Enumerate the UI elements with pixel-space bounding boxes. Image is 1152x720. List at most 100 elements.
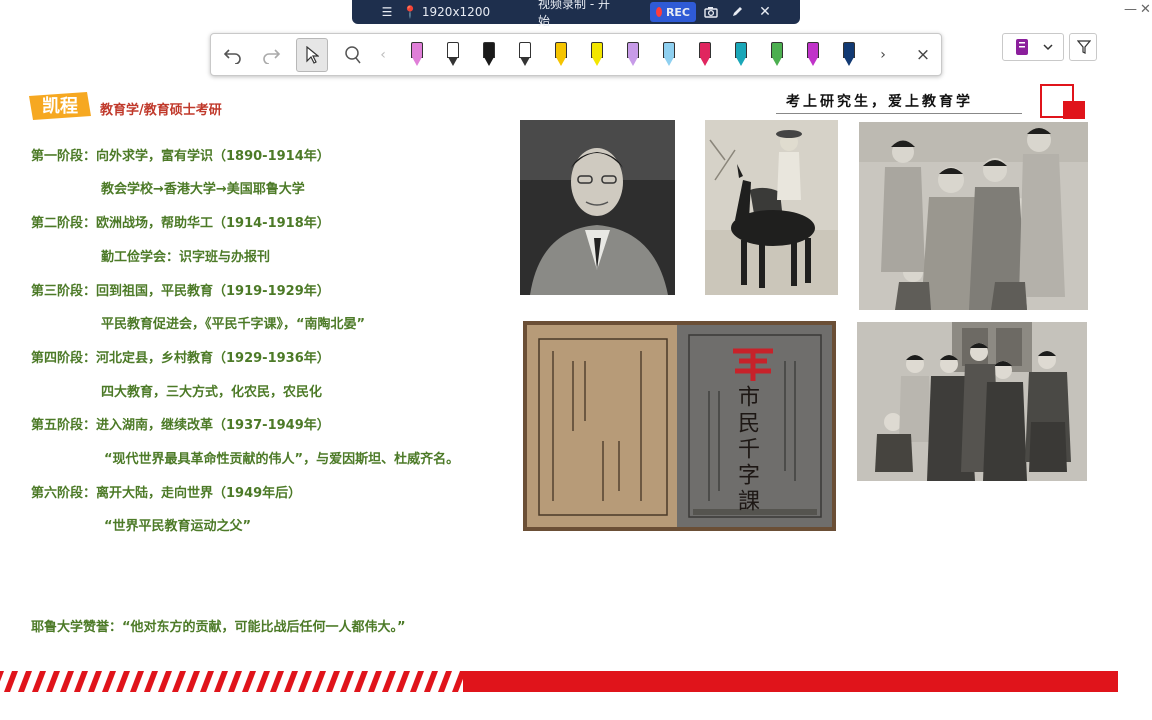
stripe-segment (32, 671, 46, 692)
pen-tool-10[interactable] (725, 38, 757, 72)
stripe-segment (18, 671, 32, 692)
window-close-icon[interactable]: ✕ (1140, 2, 1151, 17)
pen-tool-9[interactable] (689, 38, 721, 72)
stripe-segment (200, 671, 214, 692)
stripe-segment (158, 671, 172, 692)
record-dot-icon (656, 7, 662, 17)
stripe-segment (0, 671, 4, 682)
stage-6: 第六阶段：离开大陆，走向世界（1949年后） (31, 486, 302, 501)
recorder-bar: ☰ 📍 1920x1200 视频录制 - 开始 REC ✕ (352, 0, 800, 28)
marker-icon (807, 42, 819, 68)
pen-tool-12[interactable] (797, 38, 829, 72)
marker-icon (519, 42, 531, 68)
stripe-segment (298, 671, 312, 692)
pen-tool-8[interactable] (653, 38, 685, 72)
slogan: 考上研究生，爱上教育学 (786, 94, 973, 110)
stripe-segment (438, 671, 452, 692)
book-title: 市民千字課 (734, 385, 759, 515)
marker-icon (483, 42, 495, 68)
red-square-filled (1063, 101, 1085, 119)
pin-icon[interactable]: 📍 (402, 0, 418, 24)
pen-tool-3[interactable] (473, 38, 505, 72)
camera-icon[interactable] (702, 0, 720, 24)
lasso-icon[interactable] (337, 38, 369, 72)
stage-6-detail: “世界平民教育运动之父” (104, 519, 252, 534)
stage-5-detail: “现代世界最具革命性贡献的伟人”，与爱因斯坦、杜威齐名。 (104, 452, 460, 467)
stripe-segment (186, 671, 200, 692)
stripe-segment (88, 671, 102, 692)
filter-button[interactable] (1069, 33, 1097, 61)
bottom-stripe-banner (0, 671, 1118, 692)
stripe-segment (396, 671, 410, 692)
kaicheng-logo: 凯程 (27, 90, 93, 122)
stripe-segment (424, 671, 438, 692)
stage-3: 第三阶段：回到祖国，平民教育（1919-1929年） (31, 284, 330, 299)
cursor-icon[interactable] (296, 38, 328, 72)
stripe-segment (172, 671, 186, 692)
stripe-segment (326, 671, 340, 692)
stripe-segment (382, 671, 396, 692)
stage-4: 第四阶段：河北定县，乡村教育（1929-1936年） (31, 351, 330, 366)
yale-quote: 耶鲁大学赞誉：“他对东方的贡献，可能比战后任何一人都伟大。” (31, 620, 406, 635)
stripe-segment (312, 671, 326, 692)
toolbar-close-label: × (915, 45, 931, 65)
marker-icon (735, 42, 747, 68)
marker-icon (627, 42, 639, 68)
marker-icon (663, 42, 675, 68)
pen-tool-4[interactable] (509, 38, 541, 72)
portrait-photo (520, 120, 675, 295)
marker-icon (591, 42, 603, 68)
stripe-segment (242, 671, 256, 692)
stage-3-detail: 平民教育促进会，《平民千字课》，“南陶北晏” (101, 317, 366, 332)
filter-icon (1077, 40, 1091, 54)
stripe-segment (60, 671, 74, 692)
pen-tool-6[interactable] (581, 38, 613, 72)
family-photo (859, 122, 1088, 310)
resolution-label: 1920x1200 (421, 5, 491, 19)
stripe-segment (214, 671, 228, 692)
textbook-photo: 市民千字課 (523, 321, 836, 531)
stage-2: 第二阶段：欧洲战场，帮助华工（1914-1918年） (31, 216, 330, 231)
stripe-segment (4, 671, 18, 692)
stage-2-detail: 勤工俭学会：识字班与办报刊 (101, 250, 271, 265)
chevron-right-icon[interactable]: › (873, 38, 893, 72)
pen-tool-7[interactable] (617, 38, 649, 72)
stage-5: 第五阶段：进入湖南，继续改革（1937-1949年） (31, 418, 330, 433)
stripe-segment (116, 671, 130, 692)
hamburger-icon[interactable]: ☰ (378, 0, 396, 24)
stripe-segment (256, 671, 270, 692)
pen-tool-11[interactable] (761, 38, 793, 72)
toolbar-close-button[interactable]: × (907, 38, 939, 72)
course-title: 教育学/教育硕士考研 (100, 103, 222, 118)
marker-icon (411, 42, 423, 68)
stripe-segment (368, 671, 382, 692)
stripe-segment (410, 671, 424, 692)
stripe-segment (46, 671, 60, 692)
pen-tool-13[interactable] (833, 38, 865, 72)
slogan-underline (776, 113, 1022, 114)
stripe-segment (144, 671, 158, 692)
stripe-segment (228, 671, 242, 692)
notebook-dropdown[interactable] (1002, 33, 1064, 61)
donkey-rider-photo (705, 120, 838, 295)
pen-tool-1[interactable] (401, 38, 433, 72)
pen-icon[interactable] (728, 0, 746, 24)
stripe-segment (74, 671, 88, 692)
stripe-segment (102, 671, 116, 692)
stage-4-detail: 四大教育，三大方式，化农民，农民化 (101, 385, 323, 400)
stripe-segment (130, 671, 144, 692)
undo-icon[interactable] (217, 38, 249, 72)
redo-icon[interactable] (255, 38, 287, 72)
marker-icon (843, 42, 855, 68)
chevron-left-icon[interactable]: ‹ (373, 38, 393, 72)
minimize-icon[interactable]: — (1124, 2, 1137, 17)
marker-icon (699, 42, 711, 68)
stage-1-detail: 教会学校→香港大学→美国耶鲁大学 (101, 182, 305, 197)
close-icon[interactable]: ✕ (756, 0, 774, 24)
pen-toolbar: ‹ › × (210, 33, 942, 76)
stripe-segment (354, 671, 368, 692)
pen-tool-2[interactable] (437, 38, 469, 72)
rec-button[interactable]: REC (650, 2, 696, 22)
pen-tool-5[interactable] (545, 38, 577, 72)
rec-label: REC (665, 5, 690, 19)
